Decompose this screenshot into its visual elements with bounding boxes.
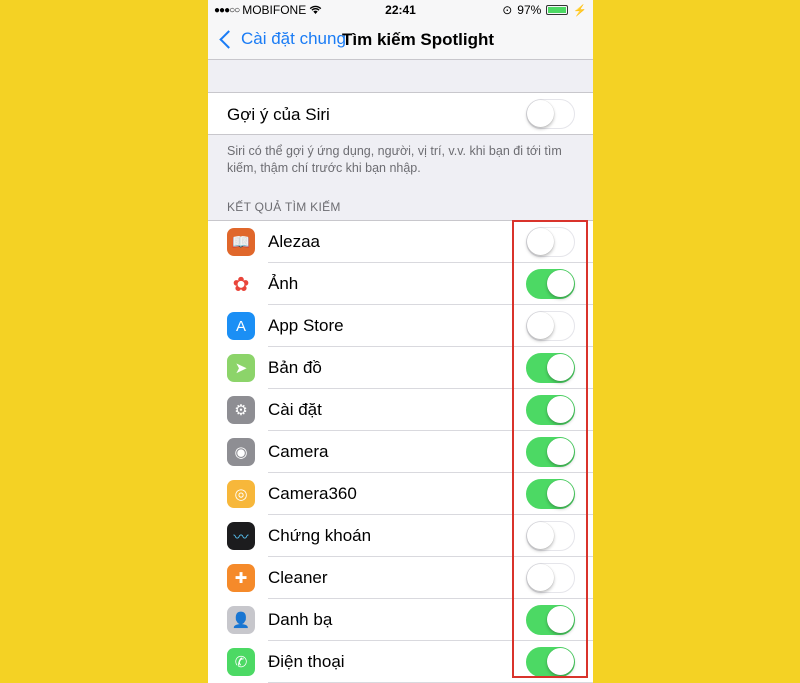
app-label: Camera360 bbox=[268, 484, 357, 503]
status-bar: ●●●○○ MOBIFONE 22:41 ⊙ 97% ⚡ bbox=[208, 0, 593, 20]
siri-footnote: Siri có thể gợi ý ứng dụng, người, vị tr… bbox=[227, 144, 562, 175]
search-toggle[interactable] bbox=[526, 437, 575, 467]
phone-icon: ✆ bbox=[227, 648, 255, 676]
search-toggle[interactable] bbox=[526, 395, 575, 425]
app-label: Bản đồ bbox=[268, 358, 322, 377]
navigation-bar: Cài đặt chung Tìm kiếm Spotlight bbox=[208, 20, 593, 60]
cleaner-icon: ✚ bbox=[227, 564, 255, 592]
camera360-icon: ◎ bbox=[227, 480, 255, 508]
app-label: Danh bạ bbox=[268, 610, 333, 629]
maps-icon: ➤ bbox=[227, 354, 255, 382]
search-toggle[interactable] bbox=[526, 563, 575, 593]
search-toggle[interactable] bbox=[526, 269, 575, 299]
back-button-label: Cài đặt chung bbox=[241, 29, 346, 48]
list-item: 📖 Alezaa bbox=[208, 221, 593, 263]
app-label: App Store bbox=[268, 316, 344, 335]
siri-suggestions-toggle[interactable] bbox=[526, 99, 575, 129]
app-label: Chứng khoán bbox=[268, 526, 372, 545]
search-toggle[interactable] bbox=[526, 647, 575, 677]
rotation-lock-icon: ⊙ bbox=[502, 3, 513, 17]
list-item: ✿ Ảnh bbox=[208, 263, 593, 305]
search-toggle[interactable] bbox=[526, 311, 575, 341]
phone-screen: ●●●○○ MOBIFONE 22:41 ⊙ 97% ⚡ Cài đặt chu… bbox=[208, 0, 593, 683]
list-item: A App Store bbox=[208, 305, 593, 347]
battery-percent: 97% bbox=[517, 3, 542, 17]
photos-icon: ✿ bbox=[227, 270, 255, 298]
list-item: ◉ Camera bbox=[208, 431, 593, 473]
battery-icon bbox=[546, 5, 569, 15]
section-header: KẾT QUẢ TÌM KIẾM bbox=[227, 200, 341, 214]
list-item: ➤ Bản đồ bbox=[208, 347, 593, 389]
camera-icon: ◉ bbox=[227, 438, 255, 466]
app-label: Cài đặt bbox=[268, 400, 322, 419]
app-label: Ảnh bbox=[268, 274, 299, 293]
app-label: Cleaner bbox=[268, 568, 328, 587]
app-label: Alezaa bbox=[268, 232, 320, 251]
search-toggle[interactable] bbox=[526, 227, 575, 257]
back-button[interactable]: Cài đặt chung bbox=[218, 29, 346, 49]
chevron-left-icon bbox=[219, 29, 238, 49]
book-icon: 📖 bbox=[227, 228, 255, 256]
siri-suggestions-row: Gợi ý của Siri bbox=[208, 92, 593, 135]
list-item: 👤 Danh bạ bbox=[208, 599, 593, 641]
siri-suggestions-label: Gợi ý của Siri bbox=[227, 105, 330, 124]
settings-icon: ⚙ bbox=[227, 396, 255, 424]
list-item: ◎ Camera360 bbox=[208, 473, 593, 515]
search-toggle[interactable] bbox=[526, 605, 575, 635]
app-label: Camera bbox=[268, 442, 329, 461]
charging-icon: ⚡ bbox=[573, 4, 587, 17]
search-toggle[interactable] bbox=[526, 521, 575, 551]
list-item: ✆ Điện thoại bbox=[208, 641, 593, 683]
page-title: Tìm kiếm Spotlight bbox=[342, 30, 495, 49]
list-item: ⚙ Cài đặt bbox=[208, 389, 593, 431]
search-toggle[interactable] bbox=[526, 479, 575, 509]
contacts-icon: 👤 bbox=[227, 606, 255, 634]
search-toggle[interactable] bbox=[526, 353, 575, 383]
app-store-icon: A bbox=[227, 312, 255, 340]
stocks-icon: 〰 bbox=[227, 522, 255, 550]
list-item: 〰 Chứng khoán bbox=[208, 515, 593, 557]
search-results-list: 📖 Alezaa ✿ Ảnh A App Store ➤ Bản đồ ⚙ Cài đặt ◉ Cam… bbox=[208, 220, 593, 683]
list-item: ✚ Cleaner bbox=[208, 557, 593, 599]
app-label: Điện thoại bbox=[268, 652, 345, 671]
